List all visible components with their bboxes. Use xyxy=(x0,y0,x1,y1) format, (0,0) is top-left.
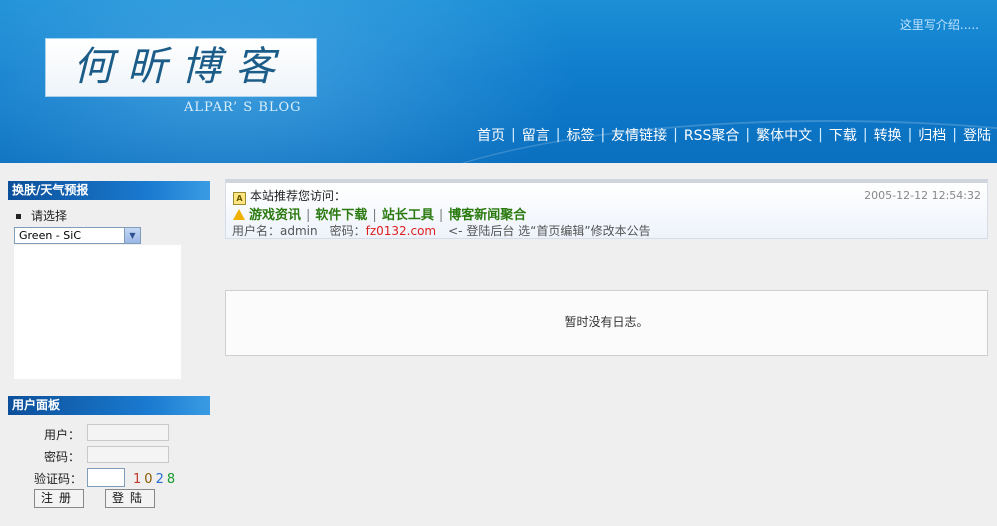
captcha-digit: 0 xyxy=(144,472,156,487)
link-game-news[interactable]: 游戏资讯 xyxy=(249,208,301,223)
main-nav: 首页 | 留言 | 标签 | 友情链接 | RSS聚合 | 繁体中文 | 下载 | 转换 | 归… xyxy=(477,125,991,145)
login-info-site[interactable]: fz0132.com xyxy=(366,224,437,238)
nav-separator: | xyxy=(600,127,606,143)
username-input[interactable] xyxy=(87,424,169,441)
announcement-intro-text: 本站推荐您访问： xyxy=(250,189,347,203)
login-info-suffix: <- 登陆后台 选“首页编辑”修改本公告 xyxy=(436,224,651,238)
link-separator: | xyxy=(372,208,377,223)
captcha-image: 1028 xyxy=(133,472,178,487)
nav-separator: | xyxy=(952,127,957,143)
empty-message: 暂时没有日志。 xyxy=(564,315,649,329)
nav-home[interactable]: 首页 xyxy=(477,125,505,145)
nav-separator: | xyxy=(862,127,868,143)
nav-rss[interactable]: RSS聚合 xyxy=(684,125,740,145)
skin-choose-label: 请选择 xyxy=(16,207,67,224)
captcha-digit: 2 xyxy=(155,472,167,487)
link-software-download[interactable]: 软件下载 xyxy=(315,208,367,223)
login-button[interactable]: 登陆 xyxy=(105,489,155,508)
nav-separator: | xyxy=(907,127,913,143)
announcement-box: A 本站推荐您访问： 2005-12-12 12:54:32 游戏资讯 | 软件下载 |… xyxy=(225,179,988,239)
nav-separator: | xyxy=(818,127,823,143)
link-separator: | xyxy=(438,208,444,223)
captcha-input[interactable] xyxy=(87,468,125,487)
nav-login[interactable]: 登陆 xyxy=(963,125,991,145)
username-label: 用户： xyxy=(43,428,80,442)
logo-subtitle: ALPAR’ S BLOG xyxy=(184,100,302,115)
nav-guestbook[interactable]: 留言 xyxy=(522,125,550,145)
nav-separator: | xyxy=(555,127,561,143)
nav-separator: | xyxy=(673,127,678,143)
nav-links[interactable]: 友情链接 xyxy=(611,125,667,145)
password-label: 密码： xyxy=(43,450,80,464)
announcement-intro: A 本站推荐您访问： xyxy=(233,187,346,205)
login-info-prefix: 用户名：admin 密码： xyxy=(232,224,366,238)
recommended-links: 游戏资讯 | 软件下载 | 站长工具 | 博客新闻聚合 xyxy=(233,204,526,223)
dropdown-arrow-icon[interactable]: ▼ xyxy=(124,228,140,243)
login-info: 用户名：admin 密码：fz0132.com <- 登陆后台 选“首页编辑”修… xyxy=(232,222,651,239)
header-banner: 这里写介绍..... 何昕博客 ALPAR’ S BLOG 首页 | 留言 | 标签… xyxy=(0,0,997,163)
nav-separator: | xyxy=(511,127,516,143)
skin-select[interactable]: Green - SiC ▼ xyxy=(14,227,141,244)
user-panel-title: 用户面板 xyxy=(8,396,210,415)
site-logo[interactable]: 何昕博客 xyxy=(46,39,316,96)
captcha-digit: 8 xyxy=(166,472,179,487)
password-input[interactable] xyxy=(87,446,169,463)
nav-archive[interactable]: 归档 xyxy=(918,125,946,145)
captcha-label: 验证码： xyxy=(33,472,82,486)
skin-panel-title: 换肤/天气预报 xyxy=(8,181,210,200)
register-button[interactable]: 注册 xyxy=(34,489,84,508)
post-list: 暂时没有日志。 xyxy=(225,290,988,356)
logo-text: 何昕博客 xyxy=(73,44,289,90)
announcement-date: 2005-12-12 12:54:32 xyxy=(864,189,981,202)
nav-traditional-chinese[interactable]: 繁体中文 xyxy=(756,125,812,145)
skin-select-value: Green - SiC xyxy=(19,229,81,242)
nav-convert[interactable]: 转换 xyxy=(874,125,902,145)
link-separator: | xyxy=(306,208,311,223)
captcha-digit: 1 xyxy=(133,472,145,487)
nav-separator: | xyxy=(745,127,751,143)
warning-icon xyxy=(233,209,245,220)
site-intro: 这里写介绍..... xyxy=(899,18,979,32)
weather-widget xyxy=(14,245,181,379)
nav-download[interactable]: 下载 xyxy=(829,125,857,145)
link-webmaster-tools[interactable]: 站长工具 xyxy=(382,208,434,223)
link-blog-news[interactable]: 博客新闻聚合 xyxy=(448,208,526,223)
choose-label-text: 请选择 xyxy=(31,209,68,223)
bullet-icon xyxy=(16,214,21,219)
nav-tags[interactable]: 标签 xyxy=(566,125,594,145)
